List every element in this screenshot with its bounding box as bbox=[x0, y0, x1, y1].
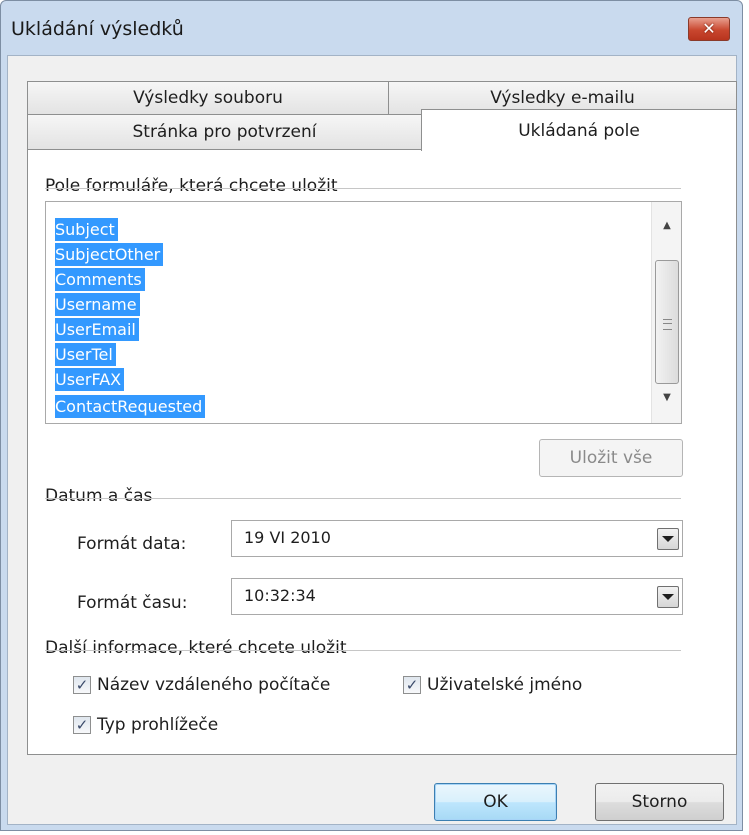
list-item[interactable]: ContactRequested bbox=[55, 395, 206, 418]
fields-group-label: Pole formuláře, která chcete uložit bbox=[45, 176, 346, 196]
group-divider bbox=[45, 498, 681, 499]
group-divider bbox=[45, 650, 681, 651]
chevron-down-icon bbox=[662, 536, 674, 542]
checkbox-label: Název vzdáleného počítače bbox=[97, 675, 331, 695]
tab-label: Ukládaná pole bbox=[518, 120, 640, 141]
tab-saved-fields[interactable]: Ukládaná pole bbox=[421, 109, 737, 151]
group-divider bbox=[45, 188, 681, 189]
checkbox-label: Uživatelské jméno bbox=[427, 675, 583, 695]
list-item[interactable]: UserFAX bbox=[55, 368, 125, 391]
save-all-button[interactable]: Uložit vše bbox=[539, 439, 683, 477]
time-format-dropdown-button[interactable] bbox=[657, 586, 679, 608]
remote-computer-checkbox[interactable]: ✓ Název vzdáleného počítače bbox=[73, 675, 330, 695]
checkmark-icon[interactable]: ✓ bbox=[403, 676, 421, 694]
date-format-dropdown-button[interactable] bbox=[657, 528, 679, 550]
date-format-label: Formát data: bbox=[77, 534, 187, 554]
tab-file-results[interactable]: Výsledky souboru bbox=[27, 81, 389, 115]
button-label: Storno bbox=[631, 792, 688, 812]
datetime-group-label: Datum a čas bbox=[45, 486, 161, 506]
checkmark-icon[interactable]: ✓ bbox=[73, 676, 91, 694]
window-title: Ukládání výsledků bbox=[11, 18, 184, 40]
checkbox-label: Typ prohlížeče bbox=[97, 715, 219, 735]
time-format-select[interactable]: 10:32:34 bbox=[231, 578, 683, 615]
button-label: OK bbox=[483, 792, 508, 812]
ok-button[interactable]: OK bbox=[434, 783, 557, 821]
scroll-up-icon[interactable]: ▲ bbox=[652, 220, 681, 231]
dialog-window: Ukládání výsledků ✕ Výsledky souboru Výs… bbox=[0, 0, 743, 831]
cancel-button[interactable]: Storno bbox=[595, 783, 724, 821]
list-item[interactable]: Username bbox=[55, 293, 140, 316]
close-button[interactable]: ✕ bbox=[688, 17, 730, 41]
list-item[interactable]: UserTel bbox=[55, 343, 116, 366]
tab-label: Stránka pro potvrzení bbox=[132, 122, 317, 142]
checkmark-icon[interactable]: ✓ bbox=[73, 716, 91, 734]
tab-label: Výsledky e-mailu bbox=[490, 88, 635, 108]
grip-icon bbox=[663, 319, 672, 330]
list-item[interactable]: Subject bbox=[55, 218, 118, 241]
extra-info-group-label: Další informace, které chcete uložit bbox=[45, 638, 355, 658]
list-item[interactable]: Comments bbox=[55, 268, 145, 291]
time-format-label: Formát času: bbox=[77, 593, 188, 613]
list-item[interactable]: SubjectOther bbox=[55, 243, 164, 266]
browser-type-checkbox[interactable]: ✓ Typ prohlížeče bbox=[73, 715, 218, 735]
date-format-select[interactable]: 19 VI 2010 bbox=[231, 520, 683, 557]
username-checkbox[interactable]: ✓ Uživatelské jméno bbox=[403, 675, 582, 695]
scroll-down-icon[interactable]: ▼ bbox=[652, 392, 681, 403]
fields-listbox[interactable]: Subject SubjectOther Comments Username U… bbox=[45, 201, 682, 424]
listbox-scrollbar[interactable]: ▲ ▼ bbox=[651, 202, 681, 423]
list-item[interactable]: UserEmail bbox=[55, 318, 139, 341]
button-label: Uložit vše bbox=[569, 448, 653, 468]
tab-confirmation-page[interactable]: Stránka pro potvrzení bbox=[27, 114, 422, 150]
date-format-value: 19 VI 2010 bbox=[244, 528, 331, 547]
close-icon: ✕ bbox=[702, 19, 716, 38]
chevron-down-icon bbox=[662, 594, 674, 600]
time-format-value: 10:32:34 bbox=[244, 586, 316, 605]
scroll-thumb[interactable] bbox=[655, 260, 679, 384]
tab-label: Výsledky souboru bbox=[133, 88, 283, 108]
